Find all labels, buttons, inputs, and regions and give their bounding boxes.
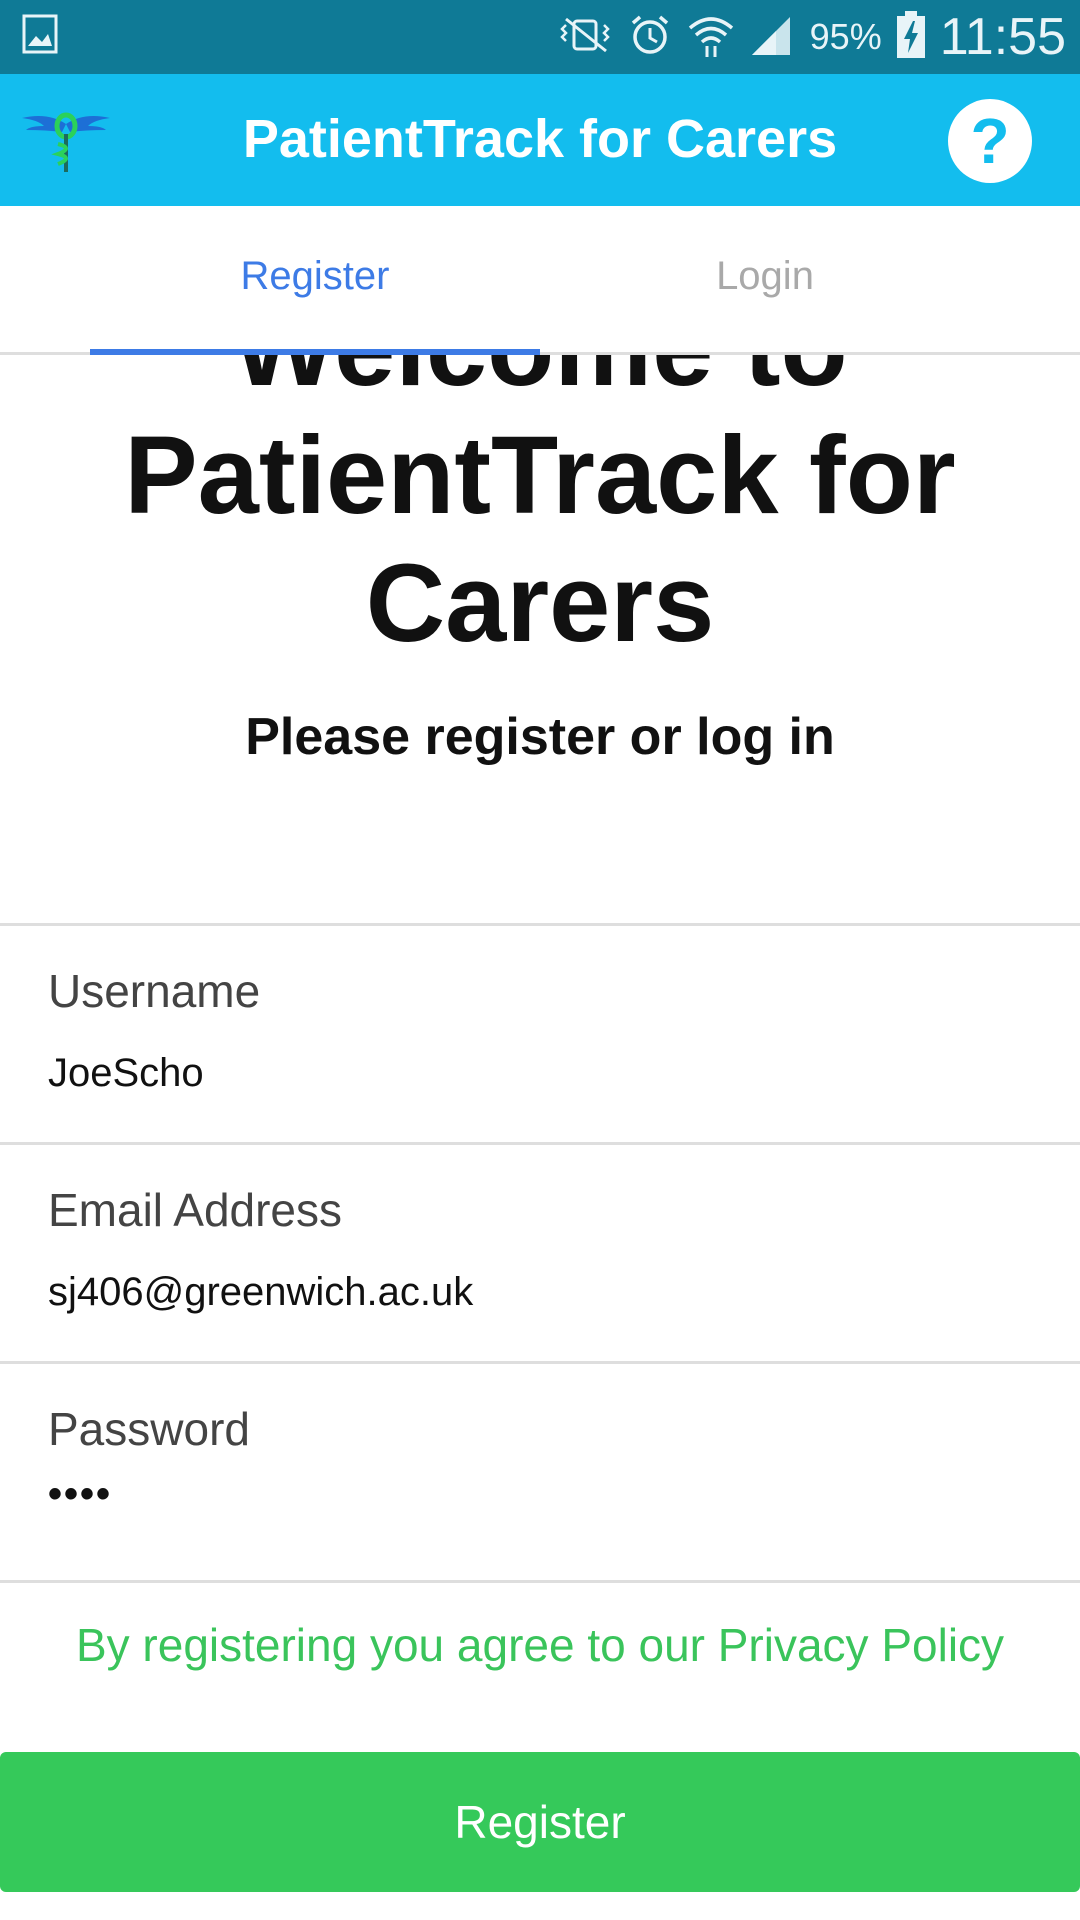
email-input[interactable]: sj406@greenwich.ac.uk <box>48 1270 473 1315</box>
tab-bar: Register Login <box>0 206 1080 355</box>
password-field[interactable]: Password •••• <box>0 1361 1080 1582</box>
password-input[interactable]: •••• <box>48 1472 112 1517</box>
battery-text: 95% <box>809 16 882 57</box>
privacy-policy-link[interactable]: By registering you agree to our Privacy … <box>0 1580 1080 1672</box>
scroll-content[interactable]: Welcome to PatientTrack for Carers Pleas… <box>0 355 1080 1920</box>
app-bar: PatientTrack for Carers ? <box>0 74 1080 206</box>
welcome-title: Welcome to PatientTrack for Carers <box>124 355 956 665</box>
image-icon <box>22 14 58 59</box>
password-label: Password <box>48 1403 250 1455</box>
welcome-subtitle: Please register or log in <box>245 708 835 766</box>
username-label: Username <box>48 965 261 1017</box>
signal-icon <box>750 15 796 60</box>
email-label: Email Address <box>48 1184 343 1236</box>
battery-charging-icon <box>896 10 926 64</box>
username-input[interactable]: JoeScho <box>48 1051 204 1096</box>
register-button[interactable]: Register <box>0 1752 1080 1892</box>
wifi-icon <box>686 12 736 63</box>
clock: 11:55 <box>939 8 1066 66</box>
tab-login[interactable]: Login <box>540 206 990 352</box>
app-title: PatientTrack for Carers <box>242 109 838 169</box>
tab-register[interactable]: Register <box>90 206 540 352</box>
email-field[interactable]: Email Address sj406@greenwich.ac.uk <box>0 1142 1080 1363</box>
vibrate-icon <box>556 15 614 60</box>
alarm-icon <box>628 13 672 62</box>
status-bar: 95% 11:55 <box>0 0 1080 74</box>
username-field[interactable]: Username JoeScho <box>0 923 1080 1144</box>
help-button[interactable]: ? <box>948 99 1032 183</box>
